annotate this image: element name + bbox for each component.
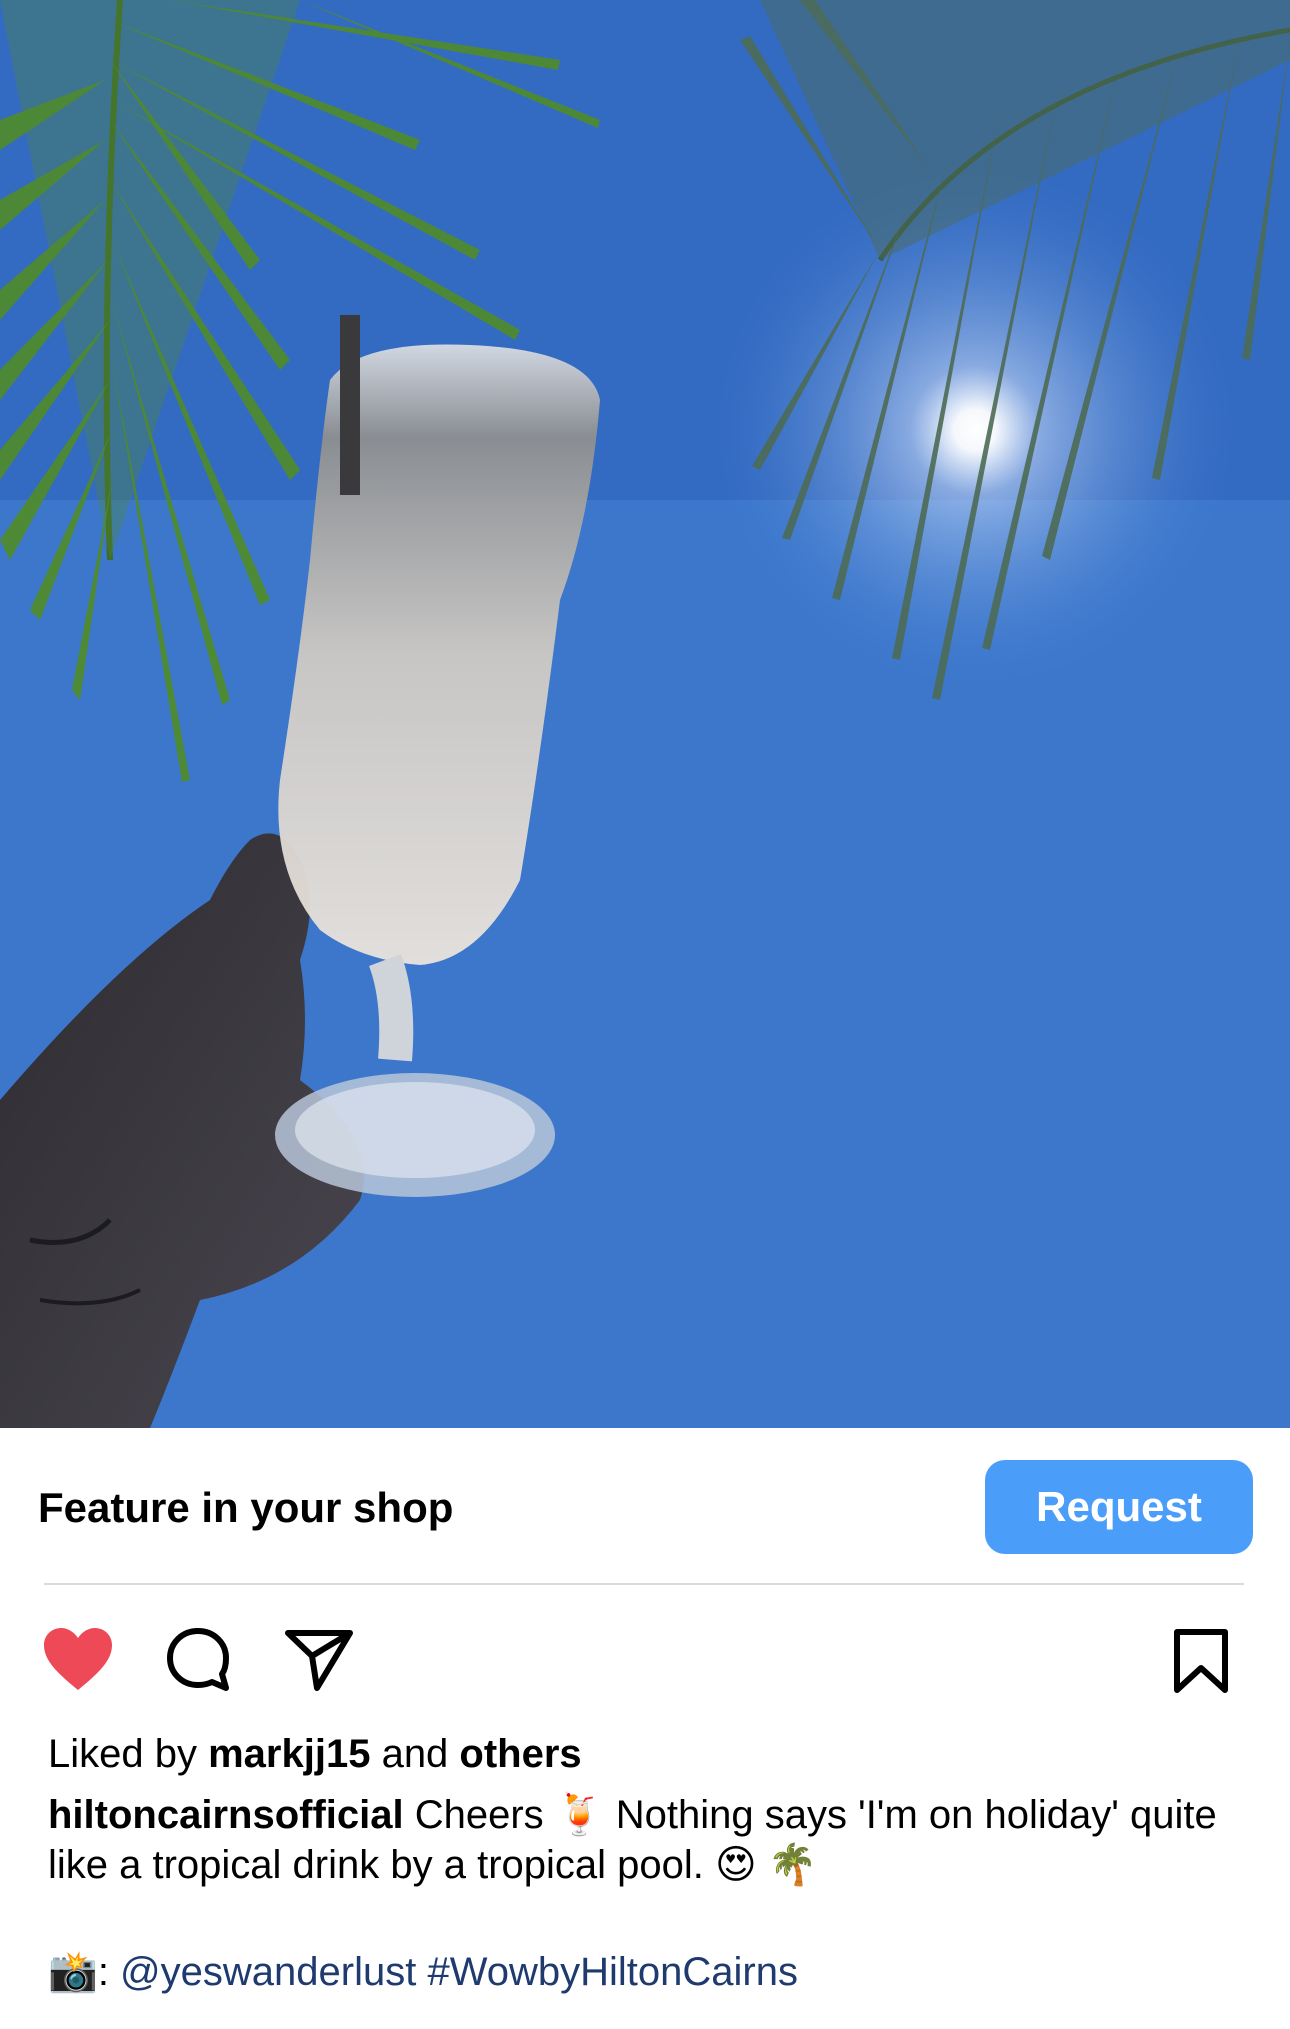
feature-in-shop-label: Feature in your shop: [38, 1484, 454, 1531]
heart-filled-icon[interactable]: [42, 1626, 114, 1692]
credit-space: [416, 1950, 427, 1994]
liked-by-prefix: Liked by: [48, 1732, 209, 1776]
request-button[interactable]: Request: [985, 1460, 1253, 1554]
photo-credit-line: 📸: @yeswanderlust #WowbyHiltonCairns: [48, 1948, 798, 1995]
caption-text-1: Cheers: [403, 1793, 555, 1837]
post-photo[interactable]: [0, 0, 1290, 1428]
post-caption: hiltoncairnsofficial Cheers 🍹 Nothing sa…: [48, 1790, 1248, 1890]
hashtag-link[interactable]: #WowbyHiltonCairns: [427, 1950, 798, 1994]
divider: [44, 1583, 1244, 1585]
liked-by-line: Liked by markjj15 and others: [48, 1732, 582, 1777]
post-actions-bar: [0, 1620, 1290, 1720]
palm-tree-emoji: 🌴: [767, 1842, 818, 1888]
post-photo-illustration: [0, 0, 1290, 1428]
credit-separator: :: [97, 1950, 121, 1994]
mention-link[interactable]: @yeswanderlust: [120, 1950, 416, 1994]
camera-flash-emoji: 📸: [48, 1949, 98, 1995]
liked-by-others[interactable]: others: [459, 1732, 581, 1776]
caption-username[interactable]: hiltoncairnsofficial: [48, 1793, 404, 1837]
comment-icon[interactable]: [164, 1626, 232, 1694]
bookmark-icon[interactable]: [1172, 1628, 1230, 1694]
heart-eyes-emoji: 😍: [715, 1842, 757, 1888]
tropical-drink-emoji: 🍹: [554, 1792, 605, 1838]
liked-by-middle: and: [370, 1732, 460, 1776]
feature-in-shop-row: Feature in your shop Request: [0, 1428, 1290, 1583]
liked-by-user[interactable]: markjj15: [208, 1732, 370, 1776]
paper-plane-icon[interactable]: [284, 1628, 354, 1692]
